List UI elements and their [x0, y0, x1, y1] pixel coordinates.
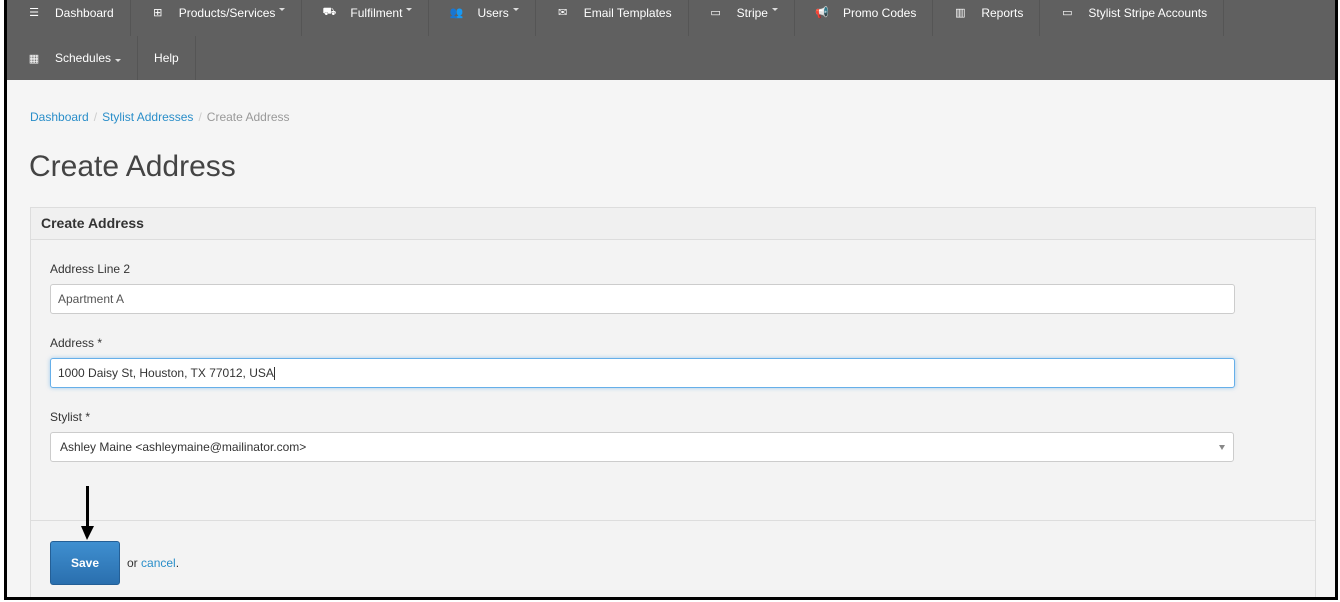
stylist-select[interactable]: Ashley Maine <ashleymaine@mailinator.com… [50, 432, 1234, 462]
nav-label: Help [154, 51, 179, 65]
address-line2-value: Apartment A [58, 292, 125, 306]
nav-item-help[interactable]: Help [138, 36, 196, 80]
nav-label: Stripe [736, 6, 768, 20]
nav-label: Dashboard [55, 6, 114, 20]
nav-label: Stylist Stripe Accounts [1088, 6, 1208, 20]
top-navbar: ☰ Dashboard ⊞ Products/Services ⛟ Fulfil… [7, 0, 1335, 80]
breadcrumb: Dashboard / Stylist Addresses / Create Addre… [30, 110, 290, 124]
annotation-arrow-shaft [86, 486, 89, 530]
users-icon: 👥 [449, 7, 464, 19]
credit-card-icon: ▭ [1062, 7, 1073, 19]
nav-item-fulfilment[interactable]: ⛟ Fulfilment [302, 0, 430, 36]
breadcrumb-dashboard-link[interactable]: Dashboard [30, 110, 89, 124]
breadcrumb-separator: / [93, 110, 98, 124]
list-icon: ☰ [29, 7, 39, 19]
caret-down-icon [512, 8, 519, 11]
nav-label: Users [477, 6, 509, 20]
nav-item-stripe[interactable]: ▭ Stripe [689, 0, 795, 36]
sitemap-icon: ⊞ [153, 7, 163, 19]
nav-item-reports[interactable]: ▥ Reports [933, 0, 1041, 36]
nav-item-products-services[interactable]: ⊞ Products/Services [131, 0, 303, 36]
nav-row-secondary: ▦ Schedules Help [7, 36, 1335, 80]
page-title: Create Address [29, 150, 236, 183]
annotation-arrow-head-icon [81, 526, 94, 540]
panel-heading: Create Address [31, 208, 1315, 240]
cancel-link[interactable]: cancel [141, 556, 176, 570]
caret-down-icon [279, 8, 286, 11]
nav-item-stylist-stripe-accounts[interactable]: ▭ Stylist Stripe Accounts [1040, 0, 1225, 36]
nav-item-promo-codes[interactable]: 📢 Promo Codes [795, 0, 934, 36]
breadcrumb-current: Create Address [206, 110, 290, 124]
save-button[interactable]: Save [50, 541, 120, 585]
nav-label: Fulfilment [350, 6, 403, 20]
nav-label: Promo Codes [842, 6, 917, 20]
dropdown-arrow-icon [1219, 445, 1225, 450]
nav-item-dashboard[interactable]: ☰ Dashboard [7, 0, 131, 36]
breadcrumb-stylist-addresses-link[interactable]: Stylist Addresses [102, 110, 193, 124]
envelope-icon: ✉ [558, 7, 568, 19]
app-frame: ☰ Dashboard ⊞ Products/Services ⛟ Fulfil… [4, 0, 1338, 600]
nav-item-users[interactable]: 👥 Users [429, 0, 536, 36]
nav-label: Schedules [55, 51, 112, 65]
address-line2-label: Address Line 2 [50, 262, 131, 276]
stylist-label: Stylist * [50, 410, 91, 424]
address-label: Address * [50, 336, 103, 350]
calendar-icon: ▦ [28, 52, 40, 65]
nav-label: Products/Services [178, 6, 276, 20]
bar-chart-icon: ▥ [955, 7, 966, 19]
credit-card-icon: ▭ [710, 7, 721, 19]
cart-icon: ⛟ [322, 6, 337, 18]
cancel-text: or cancel. [127, 556, 179, 570]
cancel-period: . [175, 556, 180, 570]
bullhorn-icon: 📢 [815, 7, 829, 19]
caret-down-icon [406, 8, 413, 11]
stylist-selected-value: Ashley Maine <ashleymaine@mailinator.com… [60, 440, 307, 454]
caret-down-icon [115, 58, 122, 62]
create-address-panel: Create Address Address Line 2 Apartment … [30, 207, 1316, 597]
or-label: or [127, 556, 138, 570]
nav-row-primary: ☰ Dashboard ⊞ Products/Services ⛟ Fulfil… [7, 0, 1335, 36]
form-actions-divider [31, 520, 1315, 521]
text-cursor [273, 367, 275, 381]
address-input[interactable]: 1000 Daisy St, Houston, TX 77012, USA [50, 358, 1235, 388]
nav-label: Email Templates [583, 6, 672, 20]
nav-label: Reports [981, 6, 1024, 20]
nav-item-email-templates[interactable]: ✉ Email Templates [536, 0, 689, 36]
address-value: 1000 Daisy St, Houston, TX 77012, USA [58, 366, 274, 380]
nav-item-schedules[interactable]: ▦ Schedules [7, 36, 139, 80]
address-line2-input[interactable]: Apartment A [50, 284, 1235, 314]
breadcrumb-separator: / [198, 110, 202, 124]
caret-down-icon [771, 8, 778, 11]
